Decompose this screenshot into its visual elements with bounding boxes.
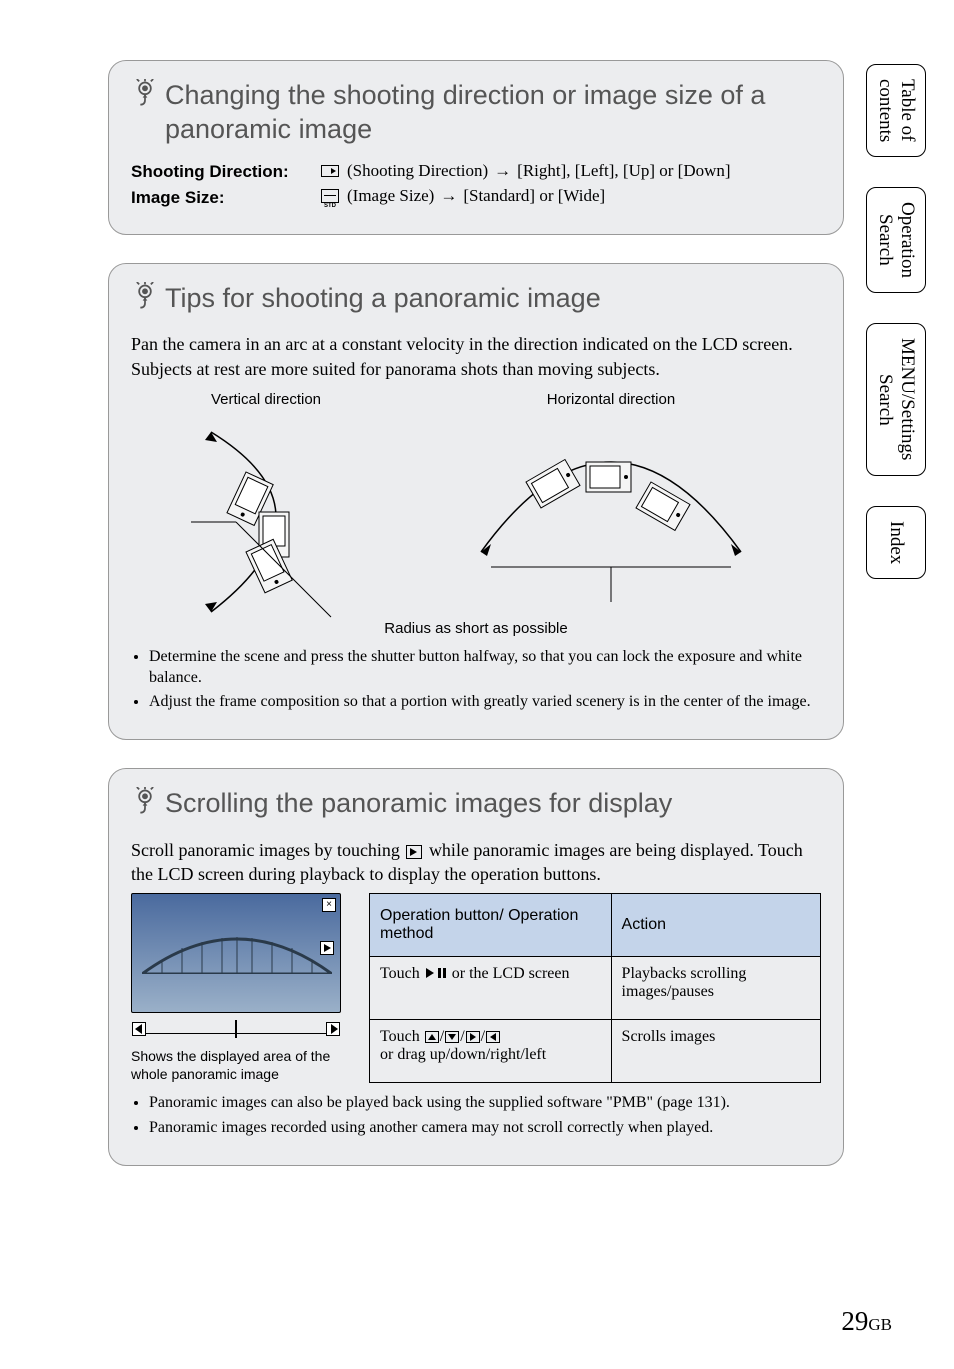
diagram-label: Horizontal direction — [547, 391, 675, 408]
def-row-direction: Shooting Direction: (Shooting Direction)… — [131, 161, 821, 182]
tab-index[interactable]: Index — [866, 506, 926, 579]
bullet-item: Adjust the frame composition so that a p… — [149, 692, 821, 713]
play-icon — [406, 845, 422, 859]
diagram-row: Vertical direction Horizontal direction — [131, 391, 821, 622]
table-row: Touch or the LCD screen Playbacks scroll… — [370, 956, 821, 1019]
table-cell: Touch /// or drag up/down/right/left — [370, 1019, 612, 1082]
def-label: Shooting Direction: — [131, 162, 311, 182]
bridge-icon — [142, 934, 332, 974]
radius-label: Radius as short as possible — [131, 620, 821, 637]
right-icon — [466, 1031, 480, 1043]
vertical-arc-svg — [181, 412, 351, 622]
left-icon — [486, 1031, 500, 1043]
scroll-left-icon[interactable] — [132, 1022, 146, 1036]
table-cell: Playbacks scrolling images/pauses — [611, 956, 820, 1019]
def-val-post: [Standard] or [Wide] — [463, 186, 605, 206]
page-region: GB — [868, 1315, 892, 1334]
size-icon: STD — [321, 189, 339, 203]
thumb-column: × Shows the displayed area of the whole … — [131, 893, 341, 1083]
up-icon — [425, 1031, 439, 1043]
diagram-horizontal: Horizontal direction — [451, 391, 771, 622]
table-cell: Scrolls images — [611, 1019, 820, 1082]
indicator-marker — [235, 1020, 237, 1038]
table-header: Operation button/ Operation method — [370, 893, 612, 956]
def-val-pre: (Shooting Direction) — [347, 161, 488, 181]
card-scrolling: Scrolling the panoramic images for displ… — [108, 768, 844, 1165]
hint-icon — [131, 787, 159, 824]
card-title: Changing the shooting direction or image… — [131, 79, 821, 147]
play-pause-icon — [426, 968, 446, 980]
card-title-text: Changing the shooting direction or image… — [165, 79, 821, 147]
horizontal-arc-svg — [451, 412, 771, 612]
arrow-icon: → — [494, 161, 511, 181]
hint-icon — [131, 282, 159, 319]
tab-menu-settings-search[interactable]: MENU/SettingsSearch — [866, 323, 926, 475]
page-num-val: 29 — [841, 1306, 868, 1336]
def-label: Image Size: — [131, 188, 311, 208]
table-row: Touch /// or drag up/down/right/left Scr… — [370, 1019, 821, 1082]
card-title-text: Scrolling the panoramic images for displ… — [165, 787, 821, 821]
close-icon[interactable]: × — [322, 898, 336, 912]
direction-icon — [321, 165, 339, 177]
down-icon — [445, 1031, 459, 1043]
panorama-thumbnail: × — [131, 893, 341, 1013]
card-title-text: Tips for shooting a panoramic image — [165, 282, 821, 316]
tip-bullets: Determine the scene and press the shutte… — [149, 647, 821, 713]
bullet-item: Determine the scene and press the shutte… — [149, 647, 821, 689]
bullet-item: Panoramic images can also be played back… — [149, 1093, 821, 1114]
intro-pre: Scroll panoramic images by touching — [131, 840, 404, 860]
hint-icon — [131, 79, 159, 116]
table-header: Action — [611, 893, 820, 956]
scroll-bullets: Panoramic images can also be played back… — [149, 1093, 821, 1139]
tips-body: Pan the camera in an arc at a constant v… — [131, 332, 821, 381]
def-val: (Shooting Direction) → [Right], [Left], … — [321, 161, 731, 181]
page-number: 29GB — [841, 1306, 892, 1337]
operation-table: Operation button/ Operation method Actio… — [369, 893, 821, 1083]
def-row-size: Image Size: STD (Image Size) → [Standard… — [131, 186, 821, 208]
def-val-pre: (Image Size) — [347, 186, 434, 206]
table-cell: Touch or the LCD screen — [370, 956, 612, 1019]
def-val: STD (Image Size) → [Standard] or [Wide] — [321, 186, 605, 206]
card-change-direction: Changing the shooting direction or image… — [108, 60, 844, 235]
diagram-vertical: Vertical direction — [181, 391, 351, 622]
thumb-caption: Shows the displayed area of the whole pa… — [131, 1047, 341, 1083]
tab-operation-search[interactable]: OperationSearch — [866, 187, 926, 293]
card-title: Tips for shooting a panoramic image — [131, 282, 821, 319]
card-tips: Tips for shooting a panoramic image Pan … — [108, 263, 844, 741]
scroll-intro: Scroll panoramic images by touching whil… — [131, 838, 821, 887]
bullet-item: Panoramic images recorded using another … — [149, 1118, 821, 1139]
diagram-label: Vertical direction — [211, 391, 321, 408]
card-title: Scrolling the panoramic images for displ… — [131, 787, 821, 824]
arrow-icon: → — [440, 186, 457, 206]
def-val-post: [Right], [Left], [Up] or [Down] — [517, 161, 730, 181]
tab-table-of-contents[interactable]: Table ofcontents — [866, 64, 926, 157]
scroll-right-icon[interactable] — [326, 1022, 340, 1036]
